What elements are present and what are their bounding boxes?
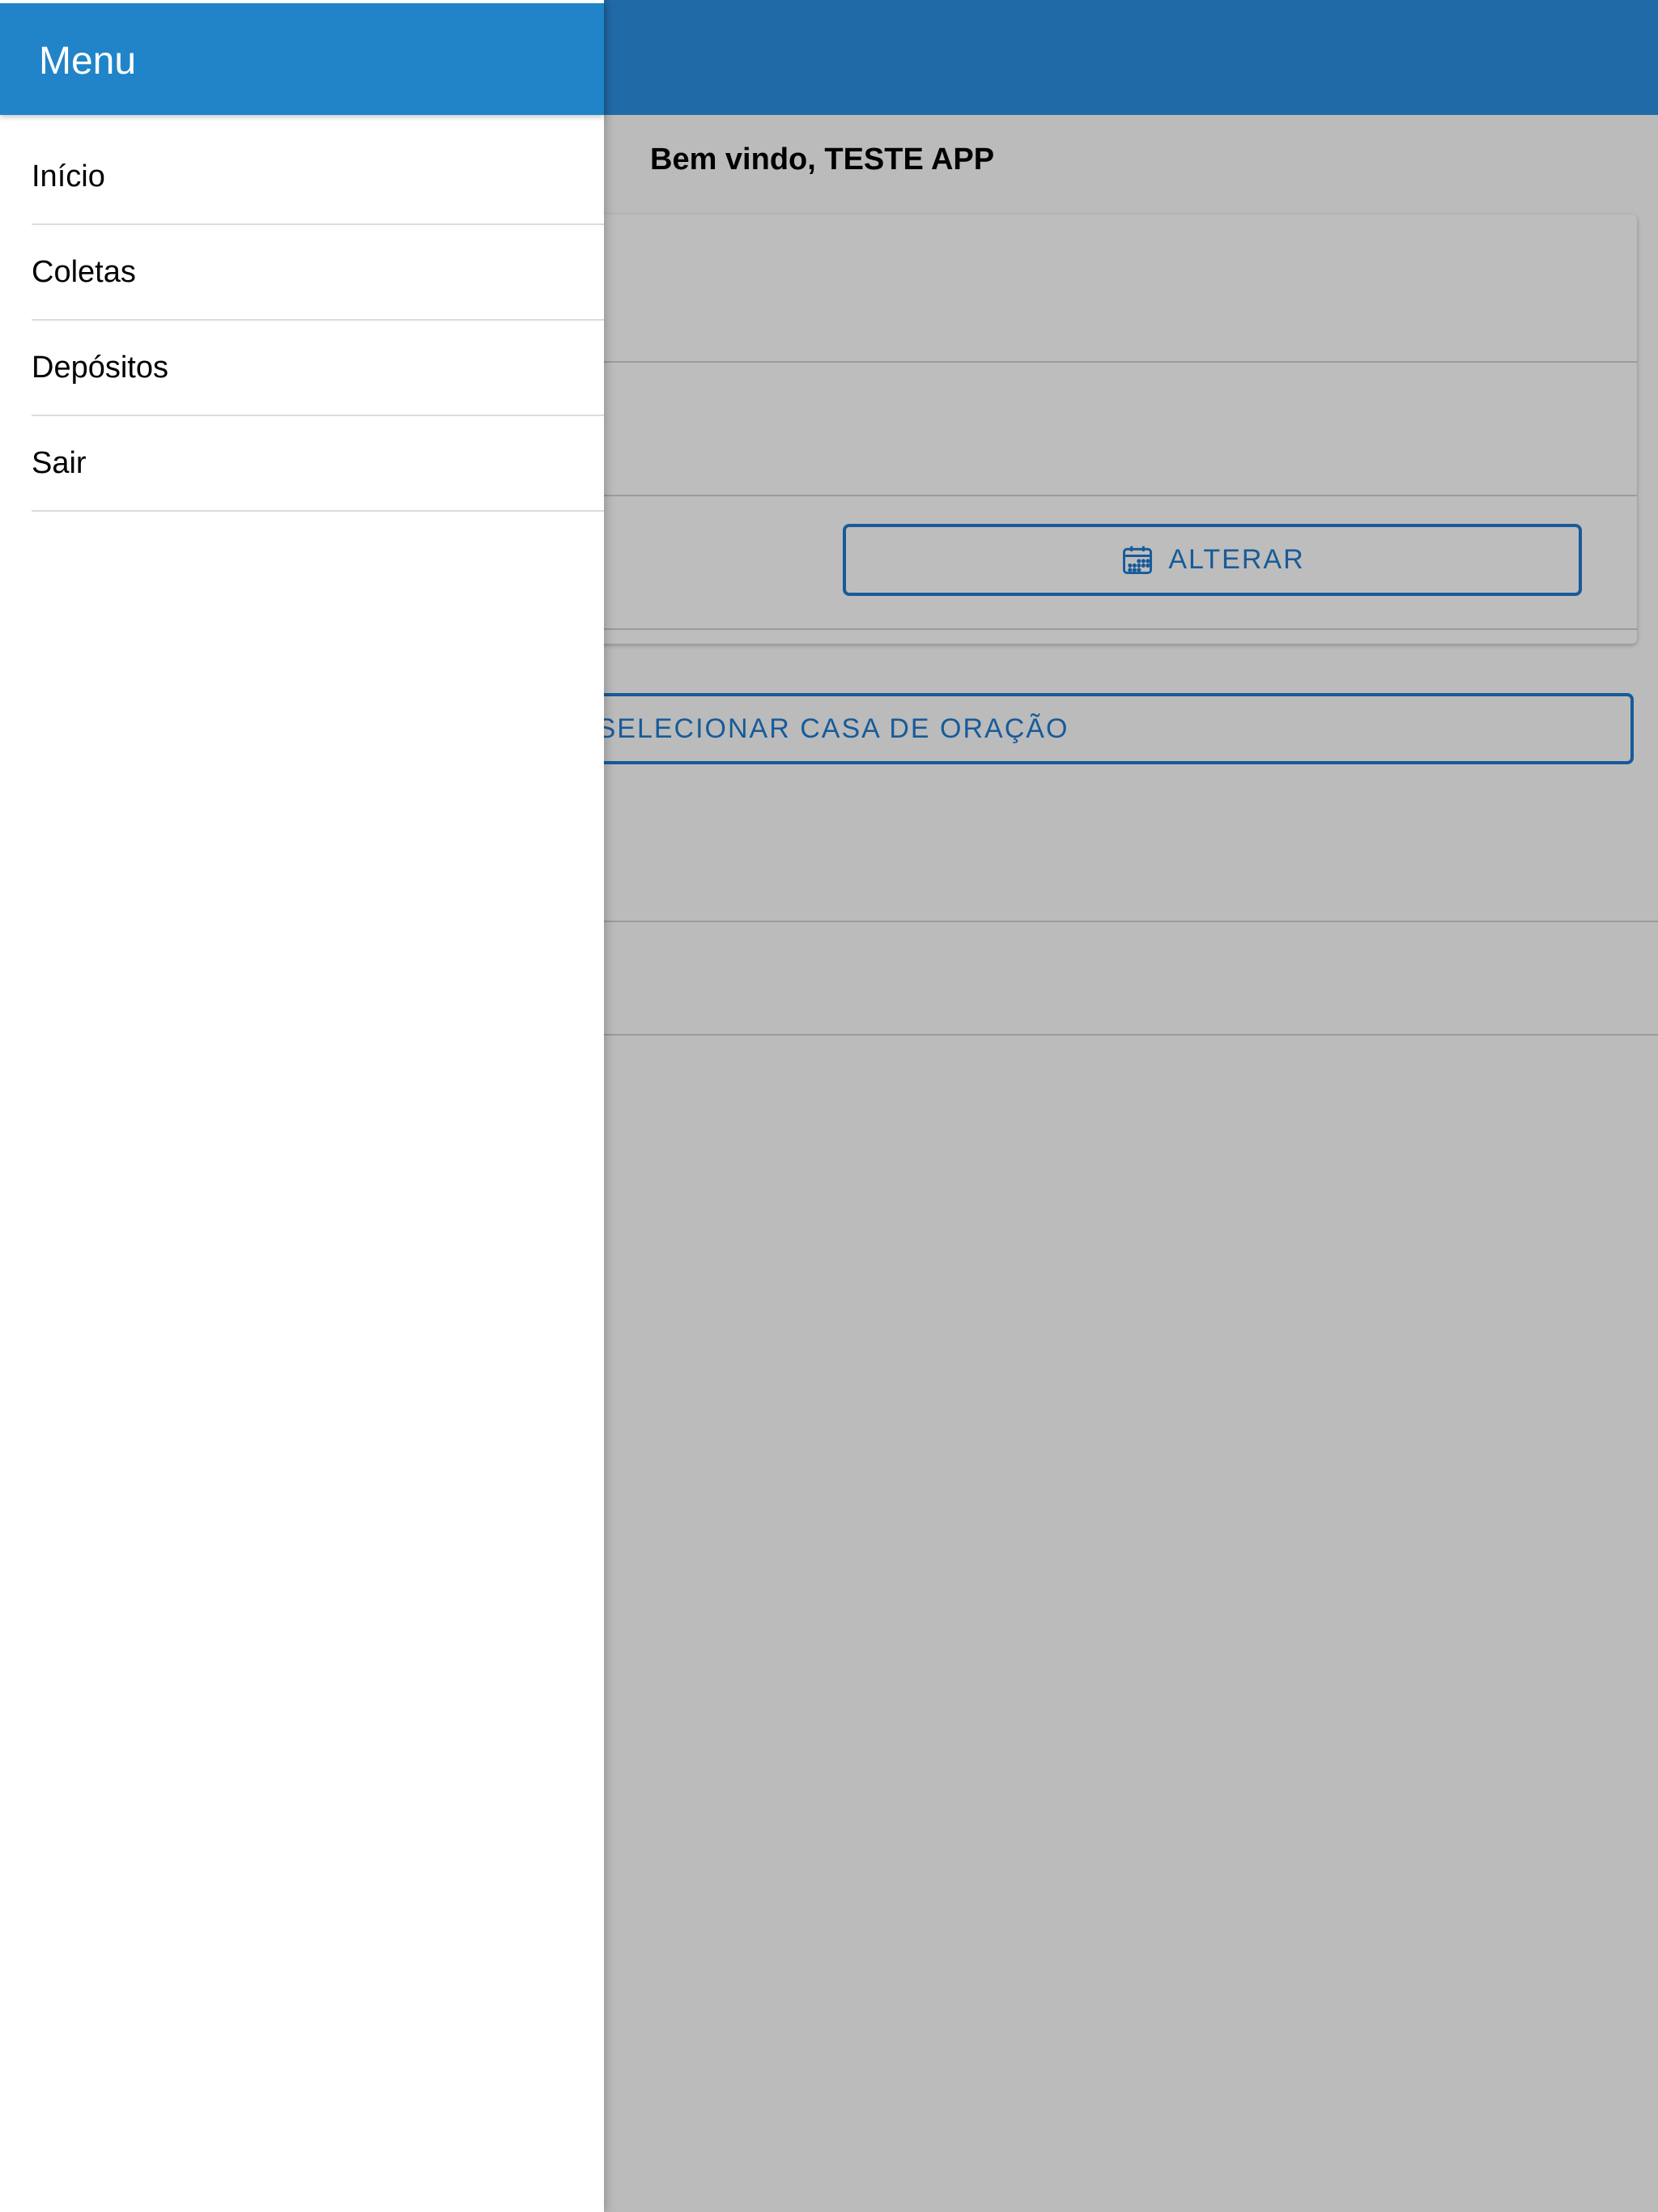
menu-item-label: Coletas [32,254,136,289]
menu-item-label: Depósitos [32,350,168,385]
side-menu: Menu Início Coletas Depósitos Sair [0,0,604,2212]
menu-list: Início Coletas Depósitos Sair [32,130,604,512]
menu-header: Menu [0,3,604,115]
menu-item-coletas[interactable]: Coletas [32,225,604,321]
app-root: Bem vindo, TESTE APP ALTERAR SELECIONAR … [0,0,1658,2212]
menu-title: Menu [39,40,137,83]
menu-item-depositos[interactable]: Depósitos [32,321,604,416]
menu-item-label: Início [32,159,105,194]
menu-item-inicio[interactable]: Início [32,130,604,225]
menu-item-sair[interactable]: Sair [32,416,604,512]
menu-item-label: Sair [32,445,87,480]
